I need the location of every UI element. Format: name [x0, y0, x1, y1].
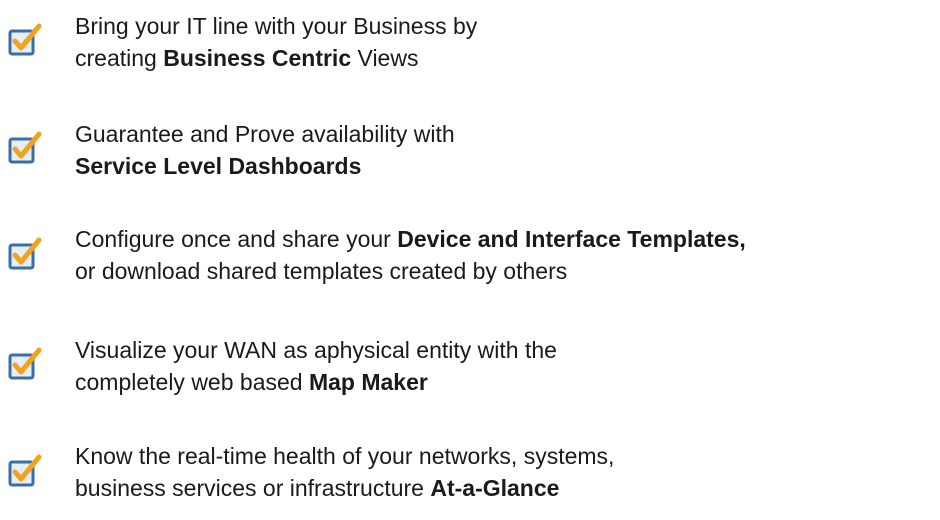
bold-segment: Map Maker: [308, 369, 428, 395]
feature-text: Visualize your WAN as aphysical entity w…: [75, 334, 557, 398]
checkbox-check-icon: [8, 236, 42, 270]
text-segment: Know the real-time health of your networ…: [75, 443, 615, 469]
feature-line-1: Visualize your WAN as aphysical entity w…: [75, 334, 557, 366]
feature-item: Bring your IT line with your Business by…: [0, 10, 940, 90]
text-segment: Configure once and share your: [75, 226, 398, 252]
feature-text: Configure once and share your Device and…: [75, 223, 746, 287]
bold-segment: At-a-Glance: [430, 475, 560, 501]
feature-list: Bring your IT line with your Business by…: [0, 0, 940, 516]
feature-text: Know the real-time health of your networ…: [75, 440, 614, 504]
feature-text: Guarantee and Prove availability with Se…: [75, 118, 455, 182]
feature-line-1: Know the real-time health of your networ…: [75, 440, 614, 472]
feature-line-1: Guarantee and Prove availability with: [75, 118, 455, 150]
text-segment: or download shared templates created by …: [75, 258, 568, 284]
checkbox-check-icon: [8, 346, 42, 380]
feature-line-2: business services or infrastructure At-a…: [75, 472, 614, 504]
bold-segment: Business Centric: [163, 45, 352, 71]
text-segment: business services or infrastructure: [75, 475, 431, 501]
feature-item: Configure once and share your Device and…: [0, 223, 940, 303]
text-segment: Bring your IT line with your Business by: [75, 13, 478, 39]
text-segment: creating: [75, 45, 164, 71]
text-segment: completely web based: [75, 369, 309, 395]
feature-line-2: completely web based Map Maker: [75, 366, 557, 398]
feature-line-1: Bring your IT line with your Business by: [75, 10, 477, 42]
feature-line-2: Service Level Dashboards: [75, 150, 455, 182]
feature-item: Know the real-time health of your networ…: [0, 440, 940, 520]
text-segment: Views: [351, 45, 419, 71]
bold-segment: Service Level Dashboards: [75, 153, 362, 179]
feature-item: Visualize your WAN as aphysical entity w…: [0, 334, 940, 414]
checkbox-check-icon: [8, 130, 42, 164]
feature-text: Bring your IT line with your Business by…: [75, 10, 477, 74]
checkbox-check-icon: [8, 22, 42, 56]
text-segment: Visualize your WAN as aphysical entity w…: [75, 337, 557, 363]
feature-line-1: Configure once and share your Device and…: [75, 223, 746, 255]
feature-line-2: or download shared templates created by …: [75, 255, 746, 287]
feature-item: Guarantee and Prove availability with Se…: [0, 118, 940, 198]
text-segment: Guarantee and Prove availability with: [75, 121, 455, 147]
bold-segment: Device and Interface Templates,: [397, 226, 746, 252]
feature-line-2: creating Business Centric Views: [75, 42, 477, 74]
checkbox-check-icon: [8, 453, 42, 487]
